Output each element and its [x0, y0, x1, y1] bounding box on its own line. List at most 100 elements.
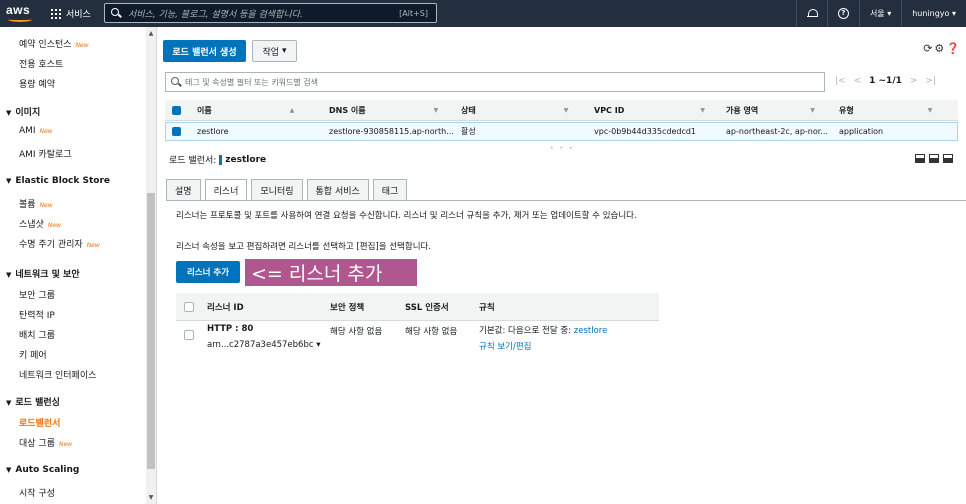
global-search-input[interactable]: 서비스, 기능, 블로그, 설명서 등을 검색합니다. [Alt+S] — [104, 3, 437, 23]
tab-integrated-services[interactable]: 통합 서비스 — [306, 179, 369, 200]
filter-placeholder: 태그 및 속성별 필터 또는 키워드별 검색 — [185, 77, 319, 87]
help-button[interactable]: ? — [826, 0, 859, 27]
sidebar-item-dedicated-hosts[interactable]: 전용 호스트 — [19, 57, 63, 70]
selected-load-balancer-label: 로드 밸런서: zestlore — [169, 154, 267, 166]
column-header-type[interactable]: 유형 ▼ — [839, 100, 949, 120]
sidebar-section-ebs[interactable]: ▼ Elastic Block Store — [6, 176, 110, 186]
add-listener-button[interactable]: 리스너 추가 — [176, 261, 240, 283]
column-header-name[interactable]: 이름 ▲ — [197, 100, 322, 120]
tab-monitoring[interactable]: 모니터링 — [251, 179, 303, 200]
sidebar-item-elastic-ips[interactable]: 탄력적 IP — [19, 308, 55, 321]
gear-icon[interactable]: ⚙ — [934, 42, 944, 55]
caret-down-icon: ▼ — [6, 271, 12, 279]
sidebar-item-key-pairs[interactable]: 키 페어 — [19, 348, 47, 361]
view-edit-rules-link[interactable]: 규칙 보기/편집 — [479, 340, 532, 352]
checkbox-icon — [184, 301, 194, 312]
checkbox-icon — [172, 127, 181, 136]
sidebar-item-ami-catalog[interactable]: AMI 카탈로그 — [19, 147, 72, 160]
panel-layout-icons — [915, 154, 953, 163]
load-balancer-table-header: 이름 ▲ DNS 이름 ▼ 상태 ▼ VPC ID ▼ 가용 영역 ▼ 유형 ▼ — [165, 100, 958, 121]
account-menu[interactable]: huningyo ▾ — [901, 0, 966, 27]
layout-full-icon[interactable] — [943, 154, 953, 163]
sidebar-section-images[interactable]: ▼ 이미지 — [6, 105, 40, 118]
sidebar-section-auto-scaling[interactable]: ▼ Auto Scaling — [6, 465, 79, 475]
sidebar-section-load-balancing[interactable]: ▼ 로드 밸런싱 — [6, 395, 60, 408]
listener-select-all-checkbox[interactable] — [184, 293, 194, 320]
sidebar-item-placement-groups[interactable]: 배치 그룹 — [19, 328, 55, 341]
annotation-callout: <= 리스너 추가 — [245, 259, 417, 286]
cell-az: ap-northeast-2c, ap-nor... — [726, 127, 828, 136]
sort-icon: ▼ — [927, 106, 933, 114]
notifications-button[interactable] — [795, 0, 827, 27]
sidebar-item-capacity-reservations[interactable]: 용량 예약 — [19, 77, 55, 90]
sidebar-item-ami[interactable]: AMI New — [19, 126, 53, 136]
sidebar-item-target-groups[interactable]: 대상 그룹 New — [19, 436, 72, 449]
sidebar-section-network-security[interactable]: ▼ 네트워크 및 보안 — [6, 267, 80, 280]
sidebar-scroll-thumb[interactable] — [147, 193, 155, 469]
sort-ascending-icon: ▲ — [289, 106, 295, 114]
listener-default-rule: 기본값: 다음으로 전달 중: zestlore — [479, 324, 607, 336]
tab-listeners[interactable]: 리스너 — [204, 179, 248, 201]
next-page-icon[interactable]: > — [910, 76, 918, 86]
sidebar-item-launch-configurations[interactable]: 시작 구성 — [19, 486, 55, 499]
help-icon[interactable]: ❓ — [946, 42, 960, 55]
sidebar-item-load-balancers[interactable]: 로드밸런서 — [19, 416, 60, 429]
caret-down-icon: ▼ — [6, 109, 12, 117]
resize-handle[interactable]: • • • — [550, 145, 574, 152]
sidebar-item-lifecycle-manager[interactable]: 수명 주기 관리자 New — [19, 237, 100, 250]
row-checkbox[interactable] — [172, 123, 181, 140]
column-header-state[interactable]: 상태 ▼ — [461, 100, 585, 120]
tab-description[interactable]: 설명 — [166, 179, 201, 200]
sidebar-item-snapshots[interactable]: 스냅샷 New — [19, 217, 61, 230]
listener-row-checkbox[interactable] — [184, 330, 194, 340]
layout-bottom-icon[interactable] — [915, 154, 925, 163]
listener-arn[interactable]: arn...c2787a3e457eb6bc ▾ — [207, 340, 321, 350]
table-row[interactable]: zestlore zestlore-930858115.ap-north... … — [165, 122, 958, 141]
rule-prefix: 기본값: 다음으로 전달 중: — [479, 326, 574, 336]
sidebar-item-reserved-instances[interactable]: 예약 인스턴스 New — [19, 37, 89, 50]
prev-page-icon[interactable]: < — [854, 76, 862, 86]
sidebar-item-volumes[interactable]: 볼륨 New — [19, 197, 53, 210]
aws-logo-text: aws — [6, 3, 31, 17]
column-header-rules: 규칙 — [479, 302, 495, 313]
create-load-balancer-button[interactable]: 로드 밸런서 생성 — [163, 40, 246, 62]
layout-split-icon[interactable] — [929, 154, 939, 163]
scroll-down-arrow-icon[interactable]: ▼ — [147, 494, 155, 501]
sidebar-item-network-interfaces[interactable]: 네트워크 인터페이스 — [19, 368, 96, 381]
listener-id: HTTP : 80 — [207, 324, 254, 334]
page-indicator: 1 ~1/1 — [869, 76, 902, 86]
search-placeholder: 서비스, 기능, 블로그, 설명서 등을 검색합니다. — [128, 9, 303, 20]
region-selector[interactable]: 서울 ▾ — [858, 0, 901, 27]
toolbar-icons: ⟳ ⚙ ❓ — [923, 42, 960, 55]
column-header-vpc[interactable]: VPC ID ▼ — [594, 100, 718, 120]
tab-tags[interactable]: 태그 — [372, 179, 408, 200]
cell-dns: zestlore-930858115.ap-north... — [329, 127, 454, 136]
sidebar-item-security-groups[interactable]: 보안 그룹 — [19, 288, 55, 301]
aws-smile-icon — [8, 17, 32, 22]
actions-label: 작업 — [262, 47, 280, 58]
checkbox-icon — [184, 330, 194, 340]
target-group-link[interactable]: zestlore — [574, 326, 608, 336]
scroll-up-arrow-icon[interactable]: ▲ — [147, 30, 155, 37]
column-header-ssl-cert: SSL 인증서 — [405, 302, 449, 313]
column-header-listener-id: 리스너 ID — [207, 302, 244, 313]
services-menu-button[interactable]: 서비스 — [51, 7, 91, 20]
last-page-icon[interactable]: >| — [925, 76, 936, 86]
filter-search-input[interactable]: 태그 및 속성별 필터 또는 키워드별 검색 — [165, 72, 825, 92]
column-header-az[interactable]: 가용 영역 ▼ — [726, 100, 834, 120]
sort-icon: ▼ — [810, 106, 815, 114]
listener-table-header: 리스너 ID 보안 정책 SSL 인증서 규칙 — [176, 293, 659, 321]
sort-icon: ▼ — [563, 106, 569, 114]
grid-icon — [51, 8, 61, 19]
sidebar: 예약 인스턴스 New 전용 호스트 용량 예약 ▼ 이미지 AMI New AMI … — [0, 27, 157, 504]
refresh-icon[interactable]: ⟳ — [923, 42, 932, 55]
column-header-dns[interactable]: DNS 이름 ▼ — [329, 100, 453, 120]
checkbox-icon — [172, 105, 181, 115]
actions-dropdown-button[interactable]: 작업 ▾ — [252, 40, 297, 62]
search-icon — [171, 77, 181, 87]
selected-load-balancer-name: zestlore — [225, 154, 267, 165]
first-page-icon[interactable]: |< — [835, 76, 846, 86]
select-all-checkbox[interactable] — [172, 100, 181, 120]
aws-logo[interactable]: aws — [6, 3, 36, 23]
table-row[interactable]: HTTP : 80 arn...c2787a3e457eb6bc ▾ 해당 사항… — [176, 321, 659, 361]
